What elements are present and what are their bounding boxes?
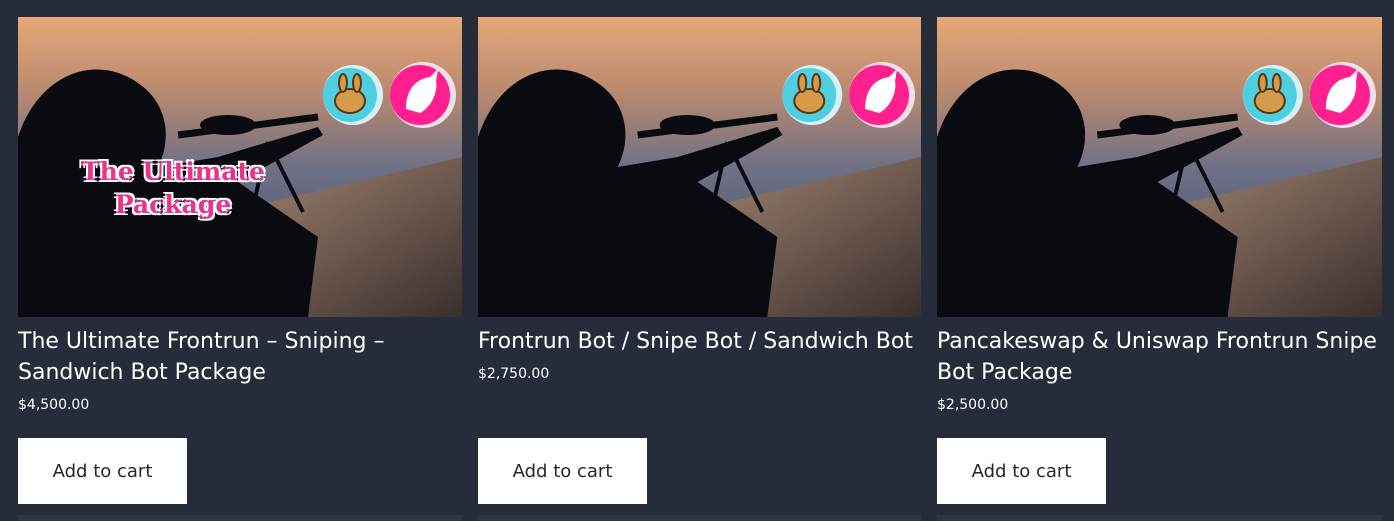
next-row-image-edge	[18, 515, 462, 521]
add-to-cart-button[interactable]: Add to cart	[937, 438, 1106, 504]
product-title[interactable]: Pancakeswap & Uniswap Frontrun Snipe Bot…	[937, 326, 1382, 388]
product-image[interactable]	[478, 17, 921, 317]
next-row-image-edge	[478, 515, 921, 521]
add-to-cart-button[interactable]: Add to cart	[18, 438, 187, 504]
badge-layer	[782, 62, 916, 128]
product-price: $4,500.00	[18, 397, 90, 413]
product-card: The Ultimate Package The Ultimate Frontr…	[18, 17, 462, 504]
product-title[interactable]: Frontrun Bot / Snipe Bot / Sandwich Bot	[478, 326, 921, 357]
product-price: $2,750.00	[478, 366, 550, 382]
badge-layer	[1242, 62, 1376, 128]
product-price: $2,500.00	[937, 397, 1009, 413]
product-image[interactable]	[937, 17, 1382, 317]
next-row-image-edge	[937, 515, 1382, 521]
product-title[interactable]: The Ultimate Frontrun – Sniping – Sandwi…	[18, 326, 462, 388]
image-overlay-text: The Ultimate Package	[81, 157, 265, 219]
product-image[interactable]: The Ultimate Package	[18, 17, 462, 317]
product-card: Pancakeswap & Uniswap Frontrun Snipe Bot…	[937, 17, 1382, 504]
product-card: Frontrun Bot / Snipe Bot / Sandwich Bot …	[478, 17, 921, 504]
product-grid: The Ultimate Package The Ultimate Frontr…	[0, 0, 1394, 521]
add-to-cart-button[interactable]: Add to cart	[478, 438, 647, 504]
